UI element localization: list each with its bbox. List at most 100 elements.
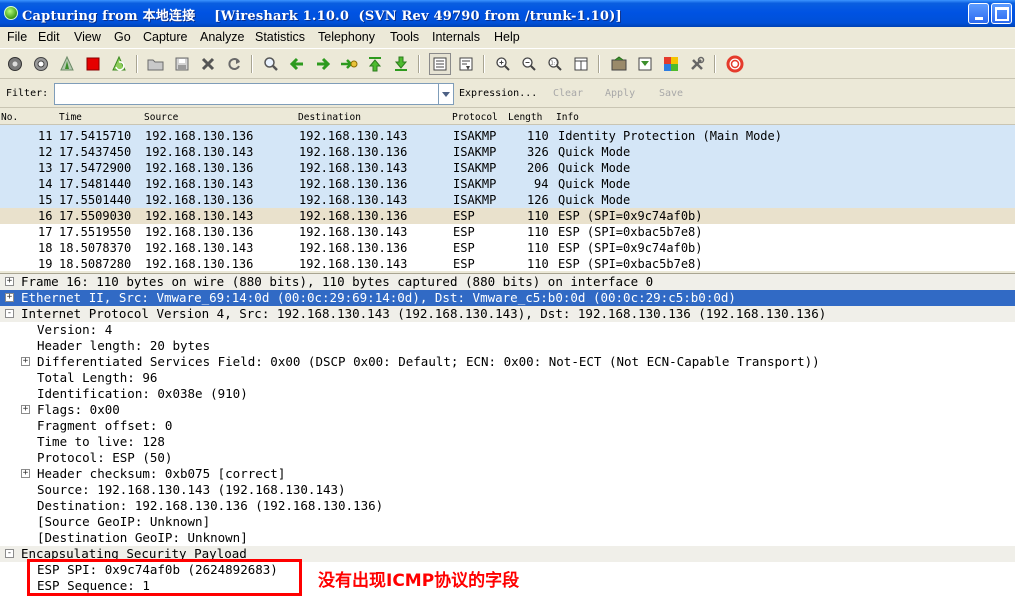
cell-source: 192.168.130.136 [145, 129, 254, 143]
menu-telephony[interactable]: Telephony [318, 30, 375, 44]
open-file-icon[interactable] [146, 54, 166, 74]
capture-options-icon[interactable] [31, 54, 51, 74]
column-header-protocol[interactable]: Protocol [452, 112, 498, 123]
go-to-packet-icon[interactable] [339, 54, 359, 74]
save-file-icon[interactable] [172, 54, 192, 74]
detail-row-ipv4[interactable]: - Internet Protocol Version 4, Src: 192.… [0, 306, 1015, 322]
detail-row-frame[interactable]: + Frame 16: 110 bytes on wire (880 bits)… [0, 274, 1015, 290]
preferences-icon[interactable] [687, 54, 707, 74]
column-header-no[interactable]: No. [1, 112, 18, 123]
packet-row-selected[interactable]: 16 17.5509030 192.168.130.143 192.168.13… [0, 208, 1015, 224]
cell-destination: 192.168.130.143 [299, 129, 408, 143]
normal-size-icon[interactable]: 1:1 [545, 54, 565, 74]
packet-row[interactable]: 12 17.5437450 192.168.130.143 192.168.13… [0, 144, 1015, 160]
packet-row[interactable]: 11 17.5415710 192.168.130.136 192.168.13… [0, 128, 1015, 144]
column-header-length[interactable]: Length [508, 112, 542, 123]
packet-row[interactable]: 15 17.5501440 192.168.130.136 192.168.13… [0, 192, 1015, 208]
maximize-button[interactable] [991, 3, 1012, 24]
menu-statistics[interactable]: Statistics [255, 30, 305, 44]
detail-row[interactable]: Source: 192.168.130.143 (192.168.130.143… [0, 482, 1015, 498]
help-icon[interactable] [725, 54, 745, 74]
go-forward-icon[interactable] [313, 54, 333, 74]
detail-text: Source: 192.168.130.143 (192.168.130.143… [37, 482, 346, 497]
stop-capture-icon[interactable] [83, 54, 103, 74]
detail-text: ESP SPI: 0x9c74af0b (2624892683) [37, 562, 278, 577]
detail-row-ethernet[interactable]: + Ethernet II, Src: Vmware_69:14:0d (00:… [0, 290, 1015, 306]
menu-view[interactable]: View [74, 30, 101, 44]
cell-no: 14 [38, 177, 53, 191]
menu-capture[interactable]: Capture [143, 30, 187, 44]
auto-scroll-icon[interactable] [456, 54, 476, 74]
cell-length: 206 [527, 161, 549, 175]
clear-button[interactable]: Clear [553, 88, 583, 99]
detail-row[interactable]: + Header checksum: 0xb075 [correct] [0, 466, 1015, 482]
cell-length: 110 [527, 257, 549, 270]
detail-row[interactable]: [Destination GeoIP: Unknown] [0, 530, 1015, 546]
go-first-packet-icon[interactable] [365, 54, 385, 74]
cell-time: 17.5415710 [59, 129, 132, 143]
detail-row[interactable]: Total Length: 96 [0, 370, 1015, 386]
cell-length: 110 [527, 129, 549, 143]
expand-icon[interactable]: + [5, 277, 14, 286]
menu-internals[interactable]: Internals [432, 30, 480, 44]
cell-time: 17.5509030 [59, 209, 132, 223]
expand-icon[interactable]: + [21, 469, 30, 478]
expand-icon[interactable]: + [21, 357, 30, 366]
minimize-button[interactable] [968, 3, 989, 24]
detail-row[interactable]: Protocol: ESP (50) [0, 450, 1015, 466]
column-header-time[interactable]: Time [59, 112, 82, 123]
menu-file[interactable]: File [7, 30, 27, 44]
menu-edit[interactable]: Edit [38, 30, 60, 44]
detail-row[interactable]: Identification: 0x038e (910) [0, 386, 1015, 402]
cell-destination: 192.168.130.143 [299, 193, 408, 207]
packet-row[interactable]: 14 17.5481440 192.168.130.143 192.168.13… [0, 176, 1015, 192]
collapse-icon[interactable]: - [5, 309, 14, 318]
detail-row[interactable]: Version: 4 [0, 322, 1015, 338]
go-last-packet-icon[interactable] [391, 54, 411, 74]
start-capture-icon[interactable] [57, 54, 77, 74]
detail-row[interactable]: + Flags: 0x00 [0, 402, 1015, 418]
menu-go[interactable]: Go [114, 30, 131, 44]
menu-help[interactable]: Help [494, 30, 520, 44]
go-back-icon[interactable] [287, 54, 307, 74]
menu-tools[interactable]: Tools [390, 30, 419, 44]
packet-row[interactable]: 19 18.5087280 192.168.130.136 192.168.13… [0, 256, 1015, 270]
reload-icon[interactable] [224, 54, 244, 74]
restart-capture-icon[interactable] [109, 54, 129, 74]
filter-input[interactable] [54, 83, 439, 105]
column-header-source[interactable]: Source [144, 112, 178, 123]
interfaces-icon[interactable] [5, 54, 25, 74]
detail-row[interactable]: Destination: 192.168.130.136 (192.168.13… [0, 498, 1015, 514]
filter-dropdown-button[interactable] [439, 83, 454, 105]
packet-row[interactable]: 17 17.5519550 192.168.130.136 192.168.13… [0, 224, 1015, 240]
detail-row[interactable]: + Differentiated Services Field: 0x00 (D… [0, 354, 1015, 370]
expand-icon[interactable]: + [21, 405, 30, 414]
cell-destination: 192.168.130.143 [299, 257, 408, 270]
collapse-icon[interactable]: - [5, 549, 14, 558]
expression-button[interactable]: Expression... [459, 88, 537, 99]
colorize-packet-list-icon[interactable] [429, 53, 451, 75]
save-filter-button[interactable]: Save [659, 88, 683, 99]
column-header-destination[interactable]: Destination [298, 112, 361, 123]
detail-row[interactable]: Fragment offset: 0 [0, 418, 1015, 434]
cell-length: 110 [527, 225, 549, 239]
detail-row[interactable]: Header length: 20 bytes [0, 338, 1015, 354]
packet-row[interactable]: 13 17.5472900 192.168.130.136 192.168.13… [0, 160, 1015, 176]
packet-row[interactable]: 18 18.5078370 192.168.130.143 192.168.13… [0, 240, 1015, 256]
coloring-rules-icon[interactable] [661, 54, 681, 74]
zoom-out-icon[interactable] [519, 54, 539, 74]
capture-filters-icon[interactable] [609, 54, 629, 74]
close-file-icon[interactable] [198, 54, 218, 74]
detail-row-esp[interactable]: - Encapsulating Security Payload [0, 546, 1015, 562]
detail-row[interactable]: Time to live: 128 [0, 434, 1015, 450]
find-packet-icon[interactable] [261, 54, 281, 74]
detail-text: Internet Protocol Version 4, Src: 192.16… [21, 306, 827, 321]
resize-columns-icon[interactable] [571, 54, 591, 74]
apply-button[interactable]: Apply [605, 88, 635, 99]
detail-row[interactable]: [Source GeoIP: Unknown] [0, 514, 1015, 530]
expand-icon[interactable]: + [5, 293, 14, 302]
menu-analyze[interactable]: Analyze [200, 30, 244, 44]
display-filters-icon[interactable] [635, 54, 655, 74]
column-header-info[interactable]: Info [556, 112, 579, 123]
zoom-in-icon[interactable] [493, 54, 513, 74]
